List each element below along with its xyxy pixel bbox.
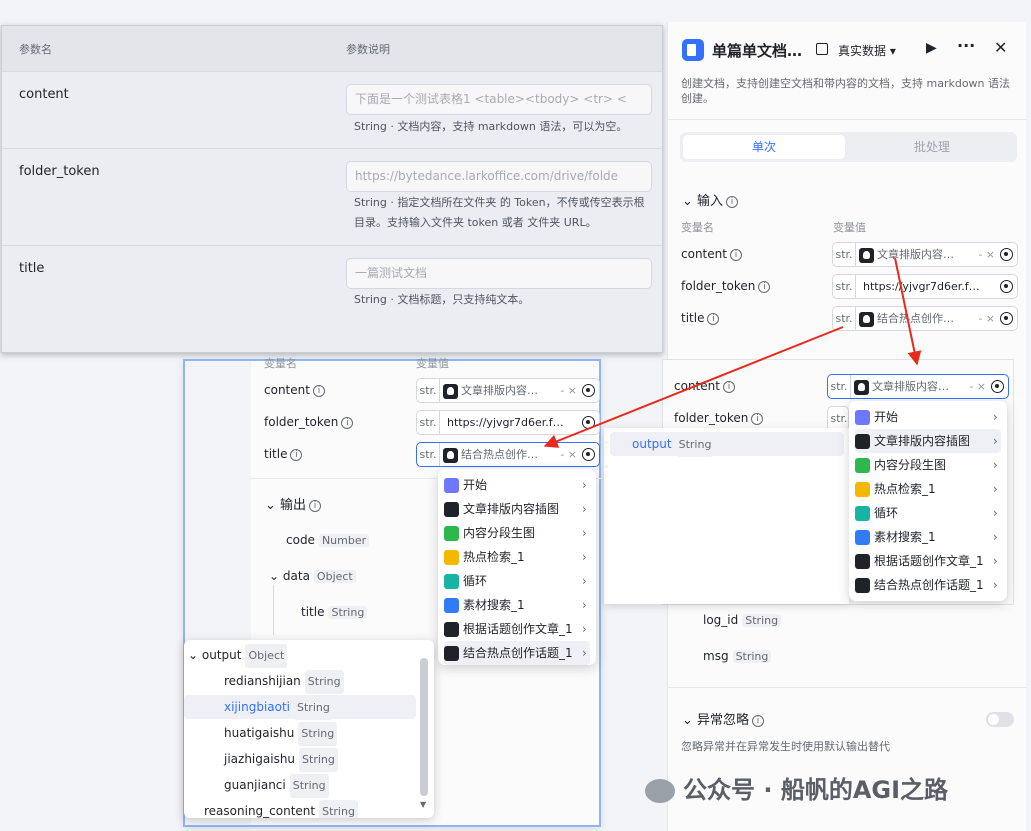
arrow-to-content	[894, 257, 922, 366]
annotation-arrows	[543, 257, 922, 448]
arrow-to-title	[543, 326, 844, 448]
watermark: 公众号 · 船帆的AGI之路	[645, 770, 948, 805]
wechat-icon	[645, 779, 675, 803]
